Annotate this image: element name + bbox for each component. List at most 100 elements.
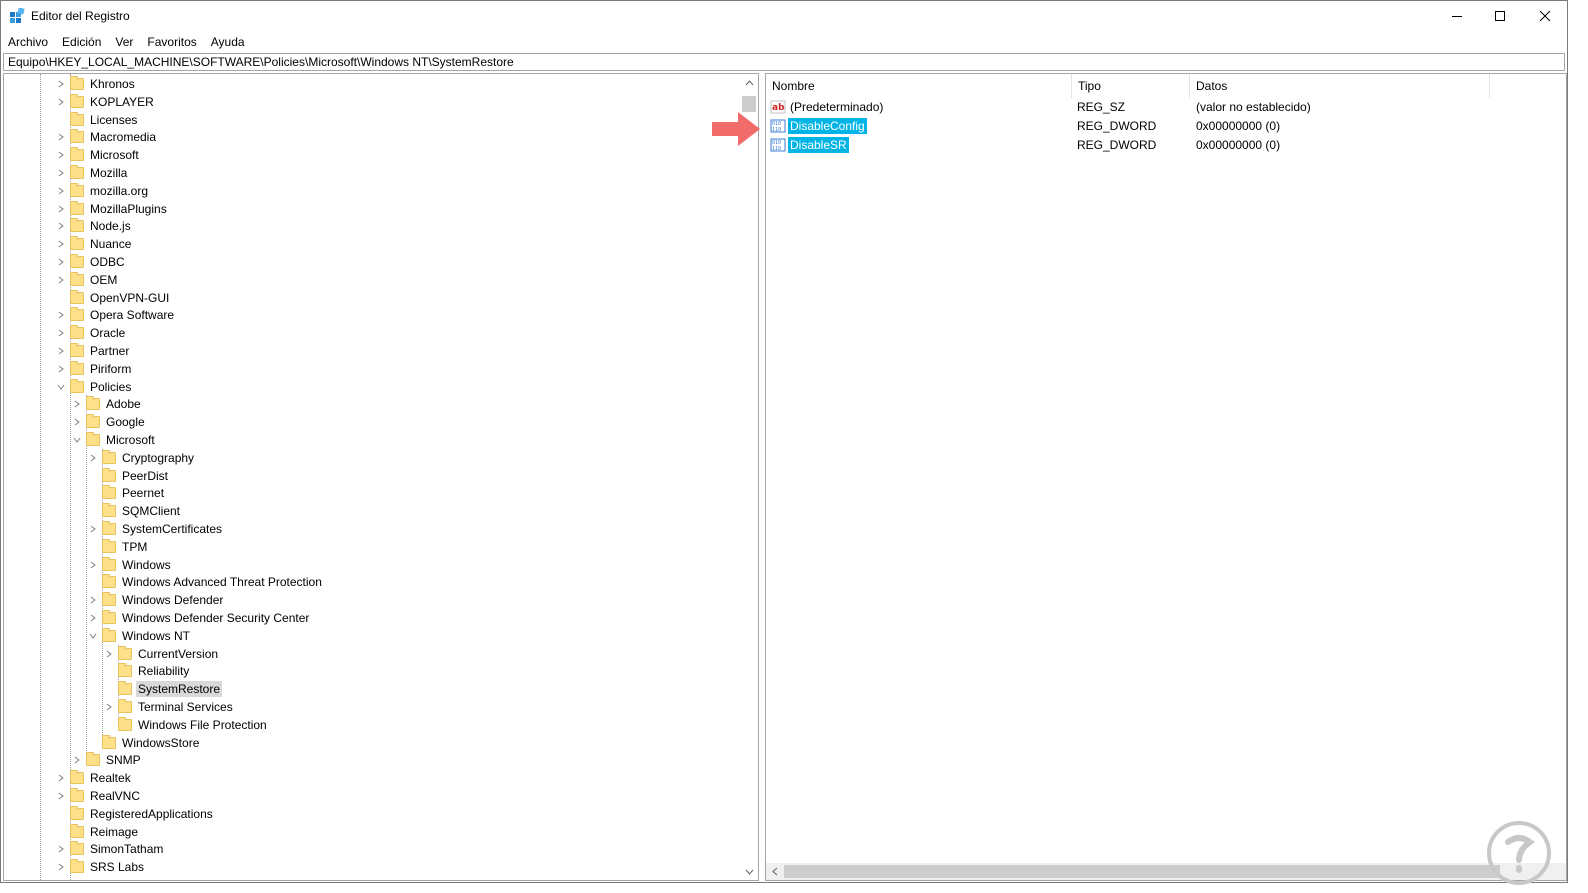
tree-item[interactable]: Opera Software (54, 306, 176, 324)
tree-item[interactable]: Oracle (54, 324, 127, 342)
close-button[interactable] (1522, 1, 1568, 31)
tree-expander[interactable] (54, 253, 68, 271)
tree-item[interactable]: mozilla.org (54, 182, 150, 200)
tree-item[interactable]: Windows Advanced Threat Protection (86, 573, 324, 591)
tree-item[interactable]: Macromedia (54, 128, 158, 146)
tree-expander[interactable] (102, 645, 116, 663)
menu-edicion[interactable]: Edición (55, 32, 108, 52)
tree-item[interactable]: SystemRestore (102, 680, 223, 698)
menu-favoritos[interactable]: Favoritos (140, 32, 203, 52)
tree-expander[interactable] (86, 609, 100, 627)
tree-item[interactable]: TPM (86, 538, 149, 556)
tree-item[interactable]: CurrentVersion (102, 645, 220, 663)
list-horizontal-scrollbar[interactable] (766, 863, 1566, 880)
tree-item[interactable]: Mozilla (54, 164, 129, 182)
tree-item[interactable]: Piriform (54, 360, 133, 378)
tree-expander[interactable] (54, 840, 68, 858)
tree-item[interactable]: OEM (54, 271, 119, 289)
scroll-down-button[interactable] (741, 863, 758, 880)
tree-expander[interactable] (70, 395, 84, 413)
tree-expander[interactable] (54, 378, 68, 396)
tree-item[interactable]: Windows File Protection (102, 716, 269, 734)
tree-expander[interactable] (54, 93, 68, 111)
maximize-button[interactable] (1477, 1, 1523, 31)
tree-item[interactable]: Licenses (54, 111, 139, 129)
list-scroll-thumb[interactable] (784, 865, 1500, 878)
tree-item[interactable]: Windows NT (86, 627, 192, 645)
tree-item[interactable]: Realtek (54, 769, 133, 787)
tree-item[interactable]: Microsoft (70, 431, 157, 449)
tree-item[interactable]: PeerDist (86, 467, 170, 485)
tree-expander[interactable] (86, 627, 100, 645)
tree-expander[interactable] (54, 164, 68, 182)
key-tree-pane[interactable]: Khronos KOPLAYER Licenses Macromedia Microso… (3, 73, 759, 881)
tree-item[interactable]: Microsoft (54, 146, 141, 164)
tree-item[interactable]: Nuance (54, 235, 133, 253)
tree-item[interactable]: WindowsStore (86, 734, 201, 752)
tree-expander[interactable] (54, 235, 68, 253)
tree-item[interactable]: Khronos (54, 75, 137, 93)
tree-expander[interactable] (86, 556, 100, 574)
tree-expander[interactable] (54, 342, 68, 360)
tree-item[interactable]: MozillaPlugins (54, 200, 169, 218)
tree-expander[interactable] (54, 182, 68, 200)
column-header-nombre[interactable]: Nombre (766, 74, 1072, 98)
menu-ayuda[interactable]: Ayuda (204, 32, 252, 52)
tree-expander[interactable] (70, 413, 84, 431)
tree-scroll-thumb[interactable] (742, 96, 756, 112)
tree-item[interactable]: Windows Defender (86, 591, 225, 609)
tree-expander[interactable] (54, 769, 68, 787)
tree-item[interactable]: SNMP (70, 751, 143, 769)
tree-item[interactable]: Adobe (70, 395, 143, 413)
tree-item[interactable]: SystemCertificates (86, 520, 224, 538)
tree-expander[interactable] (70, 431, 84, 449)
tree-item[interactable]: SRS Labs (54, 858, 146, 876)
tree-expander[interactable] (54, 306, 68, 324)
tree-item[interactable]: Reimage (54, 823, 140, 841)
tree-item[interactable]: RegisteredApplications (54, 805, 215, 823)
tree-expander[interactable] (54, 858, 68, 876)
tree-expander[interactable] (54, 200, 68, 218)
tree-item[interactable]: SQMClient (86, 502, 182, 520)
value-row[interactable]: ab (Predeterminado) REG_SZ (valor no est… (766, 98, 1546, 116)
value-row[interactable]: 010 110 DisableSR REG_DWORD 0x00000000 (0… (766, 136, 1546, 154)
tree-item[interactable]: KOPLAYER (54, 93, 156, 111)
column-header-datos[interactable]: Datos (1190, 74, 1490, 98)
tree-expander[interactable] (54, 360, 68, 378)
tree-item[interactable]: Policies (54, 378, 133, 396)
tree-item[interactable]: RealVNC (54, 787, 142, 805)
tree-expander[interactable] (54, 128, 68, 146)
tree-item[interactable]: Peernet (86, 484, 166, 502)
tree-expander[interactable] (54, 146, 68, 164)
tree-vertical-scrollbar[interactable] (741, 74, 758, 880)
tree-item[interactable]: Terminal Services (102, 698, 235, 716)
tree-expander[interactable] (86, 449, 100, 467)
tree-item[interactable]: Reliability (102, 662, 191, 680)
tree-item[interactable]: Cryptography (86, 449, 196, 467)
tree-item[interactable]: Google (70, 413, 147, 431)
tree-item[interactable]: Partner (54, 342, 131, 360)
tree-item[interactable]: Windows Defender Security Center (86, 609, 311, 627)
tree-item[interactable]: ODBC (54, 253, 127, 271)
tree-item[interactable]: SimonTatham (54, 840, 165, 858)
menu-archivo[interactable]: Archivo (1, 32, 55, 52)
tree-expander[interactable] (102, 698, 116, 716)
minimize-button[interactable] (1434, 1, 1480, 31)
tree-expander[interactable] (70, 751, 84, 769)
tree-item[interactable]: Node.js (54, 217, 133, 235)
tree-item[interactable]: Windows (86, 556, 173, 574)
tree-expander[interactable] (86, 591, 100, 609)
tree-expander[interactable] (54, 324, 68, 342)
scroll-left-button[interactable] (766, 863, 783, 880)
values-list-pane[interactable]: Nombre Tipo Datos ab (Predeterminado) RE… (765, 73, 1567, 881)
value-row[interactable]: 010 110 DisableConfig REG_DWORD 0x0000000… (766, 117, 1546, 135)
tree-expander[interactable] (54, 217, 68, 235)
tree-expander[interactable] (86, 520, 100, 538)
tree-expander[interactable] (54, 787, 68, 805)
tree-expander[interactable] (54, 271, 68, 289)
menu-ver[interactable]: Ver (108, 32, 140, 52)
scroll-up-button[interactable] (741, 74, 758, 91)
column-header-tipo[interactable]: Tipo (1072, 74, 1190, 98)
tree-expander[interactable] (54, 75, 68, 93)
tree-item[interactable]: OpenVPN-GUI (54, 289, 171, 307)
